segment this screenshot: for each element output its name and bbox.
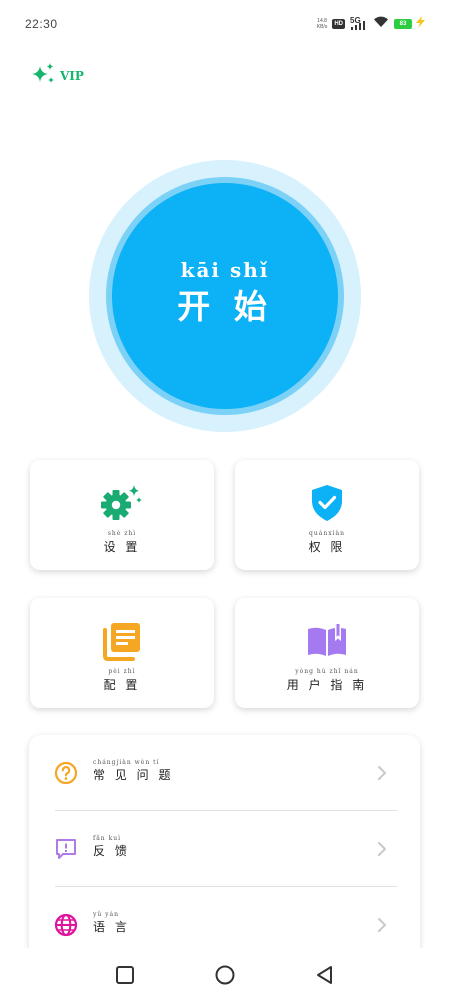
chevron-right-icon	[377, 917, 387, 937]
globe-icon	[54, 913, 78, 937]
settings-card[interactable]: shè zhì 设 置	[30, 460, 214, 570]
list-item-feedback[interactable]: fǎn kuì 反 馈	[29, 811, 420, 887]
charging-icon	[415, 15, 426, 33]
chevron-right-icon	[377, 841, 387, 861]
vip-label: VIP	[60, 69, 84, 83]
user-guide-card[interactable]: yòng hù zhǐ nán 用 户 指 南	[235, 598, 419, 708]
vip-button[interactable]: VIP	[30, 62, 84, 90]
menu-list: chángjiàn wèn tí 常 见 问 题 fǎn kuì 反 馈 yǔ …	[29, 735, 420, 965]
start-label: 开 始	[177, 287, 273, 326]
question-circle-icon	[54, 761, 78, 785]
feedback-message-icon	[54, 837, 78, 861]
faq-pinyin: chángjiàn wèn tí	[93, 759, 160, 766]
gear-sparkle-icon	[100, 482, 144, 524]
faq-label: 常 见 问 题	[93, 768, 174, 782]
recent-apps-icon[interactable]	[114, 964, 136, 986]
permissions-pinyin: quánxiàn	[309, 530, 345, 537]
config-pinyin: pèi zhì	[108, 668, 136, 675]
document-stack-icon	[102, 620, 142, 662]
network-speed-unit: KB/s	[316, 24, 328, 30]
network-type: 5G	[350, 16, 361, 25]
network-speed: 14.8 KB/s	[317, 18, 328, 30]
start-button[interactable]: kāi shǐ 开 始	[112, 183, 338, 409]
list-item-faq[interactable]: chángjiàn wèn tí 常 见 问 题	[29, 735, 420, 811]
home-icon[interactable]	[214, 964, 236, 986]
status-time: 22:30	[25, 17, 58, 31]
battery-icon: 83	[394, 15, 426, 33]
cellular-signal-icon: 5G	[350, 16, 368, 31]
permissions-card[interactable]: quánxiàn 权 限	[235, 460, 419, 570]
status-icons: 14.8 KB/s HD 5G 83	[317, 15, 426, 33]
hd-icon: HD	[332, 19, 345, 29]
settings-label: 设 置	[103, 540, 141, 554]
feedback-pinyin: fǎn kuì	[93, 835, 121, 842]
feedback-label: 反 馈	[93, 844, 130, 858]
language-label: 语 言	[93, 920, 130, 934]
back-icon[interactable]	[314, 964, 336, 986]
config-card[interactable]: pèi zhì 配 置	[30, 598, 214, 708]
settings-pinyin: shè zhì	[107, 530, 137, 537]
open-book-icon	[306, 620, 348, 662]
battery-level: 83	[394, 19, 412, 29]
start-pinyin: kāi shǐ	[180, 258, 270, 282]
sparkle-icon	[30, 62, 56, 90]
status-bar: 22:30 14.8 KB/s HD 5G 83	[0, 0, 450, 48]
user-guide-pinyin: yòng hù zhǐ nán	[295, 668, 359, 675]
language-pinyin: yǔ yán	[93, 911, 119, 918]
start-button-wrap: kāi shǐ 开 始	[89, 160, 361, 432]
config-label: 配 置	[103, 678, 141, 692]
wifi-icon	[373, 15, 389, 33]
shield-check-icon	[310, 482, 344, 524]
chevron-right-icon	[377, 765, 387, 785]
system-nav-bar	[0, 948, 450, 1000]
permissions-label: 权 限	[308, 540, 346, 554]
user-guide-label: 用 户 指 南	[286, 678, 368, 692]
